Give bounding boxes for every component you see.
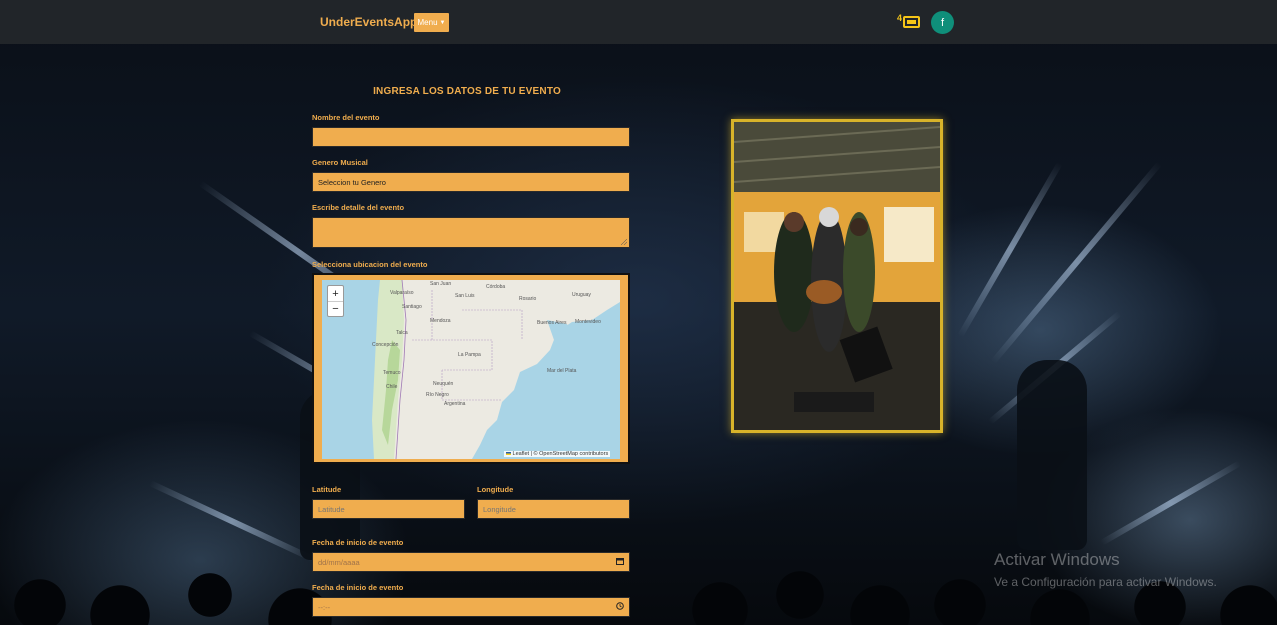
- event-detail-textarea[interactable]: [312, 217, 630, 248]
- map-zoom-control: + −: [327, 285, 344, 317]
- crowd-silhouette: [0, 515, 1277, 625]
- location-label: Selecciona ubicacion del evento: [312, 260, 428, 269]
- menu-label: Menu: [417, 18, 438, 27]
- user-avatar[interactable]: f: [931, 11, 954, 34]
- calendar-icon[interactable]: [616, 557, 624, 567]
- latitude-input[interactable]: [312, 499, 465, 519]
- map-label-montevideo: Montevideo: [575, 319, 601, 325]
- start-time-placeholder: --:--: [318, 602, 331, 612]
- resize-grip-icon[interactable]: [621, 239, 627, 245]
- clock-icon[interactable]: [616, 602, 624, 612]
- genre-select[interactable]: Seleccion tu Genero: [312, 172, 630, 192]
- latitude-label: Latitude: [312, 485, 342, 494]
- genre-select-value: Seleccion tu Genero: [318, 177, 386, 187]
- map-label-cordoba: Córdoba: [486, 284, 506, 290]
- flag-icon: [506, 452, 511, 455]
- start-date-input[interactable]: dd/mm/aaaa: [312, 552, 630, 572]
- map-label-neuquen: Neuquén: [433, 381, 454, 387]
- map-label-concepcion: Concepción: [372, 342, 399, 348]
- ticket-count-badge: 4: [897, 13, 903, 23]
- tickets-button[interactable]: 4: [897, 13, 921, 31]
- map-label-argentina: Argentina: [444, 401, 466, 407]
- map-label-buenos-aires: Buenos Aires: [537, 320, 567, 326]
- windows-activation-title: Activar Windows: [994, 550, 1120, 569]
- map-label-valparaiso: Valparaíso: [390, 290, 414, 296]
- start-date-placeholder: dd/mm/aaaa: [318, 557, 360, 567]
- map-label-rio-negro: Río Negro: [426, 392, 449, 398]
- map-label-san-juan: San Juan: [430, 281, 452, 287]
- ticket-icon: [903, 16, 920, 28]
- map-label-talca: Talca: [396, 330, 408, 336]
- caret-down-icon: ▼: [439, 19, 446, 26]
- brand-link[interactable]: UnderEventsApp: [320, 15, 417, 29]
- map-label-temuco: Temuco: [383, 370, 401, 376]
- menu-dropdown-button[interactable]: Menu ▼: [414, 13, 449, 32]
- zoom-out-button[interactable]: −: [328, 301, 343, 316]
- street-musicians-photo: [734, 122, 940, 430]
- longitude-input[interactable]: [477, 499, 630, 519]
- start-time-input[interactable]: --:--: [312, 597, 630, 617]
- map-label-santiago: Santiago: [402, 304, 422, 310]
- map-label-chile: Chile: [386, 384, 398, 390]
- longitude-label: Longitude: [477, 485, 514, 494]
- start-time-label: Fecha de inicio de evento: [312, 583, 404, 592]
- event-photo: [731, 119, 943, 433]
- zoom-in-button[interactable]: +: [328, 286, 343, 301]
- location-map[interactable]: San Juan Valparaíso Santiago San Luis Có…: [322, 280, 620, 459]
- map-label-mendoza: Mendoza: [430, 318, 451, 324]
- event-detail-label: Escribe detalle del evento: [312, 203, 405, 212]
- form-title: INGRESA LOS DATOS DE TU EVENTO: [373, 86, 561, 97]
- navbar: UnderEventsApp Menu ▼ 4 f: [0, 0, 1277, 44]
- windows-activation-subtitle: Ve a Configuración para activar Windows.: [994, 575, 1217, 589]
- map-attribution: Leaflet | © OpenStreetMap contributors: [504, 451, 611, 457]
- map-label-uruguay: Uruguay: [572, 292, 591, 298]
- map-label-san-luis: San Luis: [455, 293, 475, 299]
- genre-label: Genero Musical: [312, 158, 368, 167]
- map-label-mar-del-plata: Mar del Plata: [547, 368, 577, 374]
- map-attribution-text[interactable]: Leaflet | © OpenStreetMap contributors: [513, 451, 609, 457]
- map-label-rosario: Rosario: [519, 296, 537, 302]
- map-label-la-pampa: La Pampa: [458, 352, 481, 358]
- event-name-label: Nombre del evento: [312, 113, 380, 122]
- start-date-label: Fecha de inicio de evento: [312, 538, 404, 547]
- event-name-input[interactable]: [312, 127, 630, 147]
